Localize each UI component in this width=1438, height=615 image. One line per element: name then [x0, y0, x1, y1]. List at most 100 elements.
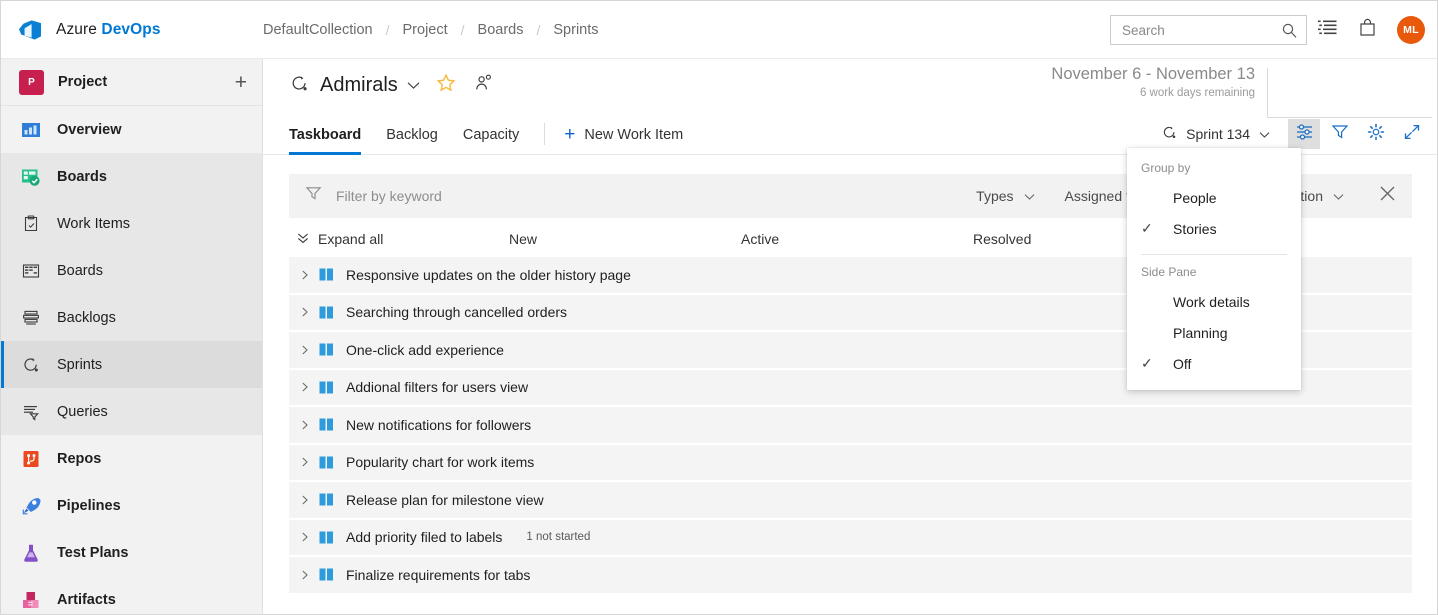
expand-row-icon[interactable]	[297, 270, 313, 280]
breadcrumb-item-sprints[interactable]: Sprints	[551, 22, 600, 38]
favorite-star-icon[interactable]	[436, 73, 456, 98]
search-input[interactable]	[1111, 17, 1271, 43]
sidebar-item-artifacts[interactable]: Artifacts	[1, 576, 262, 615]
marketplace-list-button[interactable]	[1307, 1, 1347, 59]
story-icon	[319, 418, 334, 431]
table-row[interactable]: New notifications for followers	[289, 407, 1412, 445]
row-title: Add priority filed to labels	[346, 529, 502, 545]
row-meta: 1 not started	[526, 531, 590, 543]
tab-backlog[interactable]: Backlog	[386, 127, 438, 154]
expand-all-icon	[297, 231, 309, 247]
table-row[interactable]: Popularity chart for work items	[289, 445, 1412, 483]
expand-row-icon[interactable]	[297, 382, 313, 392]
menu-item-label: People	[1173, 190, 1217, 206]
chevron-down-icon	[1024, 188, 1035, 204]
brand-home-link[interactable]: Azure DevOps	[1, 1, 251, 59]
boards-section: Boards Work Items	[1, 153, 262, 435]
project-header[interactable]: P Project +	[1, 59, 262, 106]
project-name: Project	[58, 74, 235, 90]
sprint-burndown-chart[interactable]	[1267, 68, 1432, 118]
menu-section-group-by: Group by	[1127, 157, 1301, 182]
sidebar-item-test-plans[interactable]: Test Plans	[1, 529, 262, 576]
story-icon	[319, 306, 334, 319]
new-work-item-button[interactable]: + New Work Item	[564, 125, 683, 154]
top-bar: Azure DevOps DefaultCollection / Project…	[1, 1, 1438, 59]
sidebar-item-overview[interactable]: Overview	[1, 106, 262, 153]
tab-taskboard[interactable]: Taskboard	[289, 127, 361, 154]
fullscreen-button[interactable]	[1396, 119, 1428, 149]
check-icon: ✓	[1141, 355, 1161, 372]
team-members-icon[interactable]	[474, 73, 494, 98]
sprint-selector-label: Sprint 134	[1186, 126, 1250, 142]
project-avatar: P	[19, 70, 44, 95]
sidebar-item-repos[interactable]: Repos	[1, 435, 262, 482]
global-search[interactable]	[1110, 15, 1307, 45]
breadcrumb-item-project[interactable]: Project	[401, 22, 450, 38]
expand-row-icon[interactable]	[297, 532, 313, 542]
expand-row-icon[interactable]	[297, 345, 313, 355]
story-icon	[319, 456, 334, 469]
sprint-selector[interactable]: Sprint 134	[1161, 124, 1270, 144]
sidebar-item-work-items[interactable]: Work Items	[1, 200, 262, 247]
sidebar-item-boards-sub[interactable]: Boards	[1, 247, 262, 294]
sidebar-item-boards[interactable]: Boards	[1, 153, 262, 200]
sprint-header: Admirals November 6 - November 13 6 work…	[263, 59, 1438, 112]
menu-item-label: Off	[1173, 356, 1191, 372]
menu-divider	[1141, 254, 1287, 255]
sidebar-item-label: Backlogs	[57, 310, 116, 326]
boards-icon	[19, 165, 43, 189]
top-bar-actions: ML	[1110, 1, 1425, 59]
table-row[interactable]: Release plan for milestone view	[289, 482, 1412, 520]
sidebar-item-label: Artifacts	[57, 592, 116, 608]
settings-gear-button[interactable]	[1360, 119, 1392, 149]
marketplace-bag-button[interactable]	[1347, 1, 1387, 59]
work-items-icon	[19, 212, 43, 236]
brand-devops-text: DevOps	[101, 21, 160, 38]
expand-row-icon[interactable]	[297, 495, 313, 505]
view-options-menu: Group by People ✓ Stories Side Pane Work…	[1127, 148, 1301, 390]
sprint-days-remaining: 6 work days remaining	[1051, 87, 1255, 99]
menu-item-label: Planning	[1173, 325, 1228, 341]
expand-row-icon[interactable]	[297, 420, 313, 430]
sprint-icon	[289, 73, 310, 99]
filter-types-dropdown[interactable]: Types	[976, 188, 1034, 204]
filter-button[interactable]	[1324, 119, 1356, 149]
menu-item-planning[interactable]: Planning	[1127, 317, 1301, 348]
expand-row-icon[interactable]	[297, 307, 313, 317]
story-icon	[319, 343, 334, 356]
add-project-button[interactable]: +	[235, 72, 250, 93]
tab-capacity[interactable]: Capacity	[463, 127, 519, 154]
gear-icon	[1367, 123, 1385, 146]
close-icon	[1379, 185, 1396, 207]
menu-item-stories[interactable]: ✓ Stories	[1127, 213, 1301, 244]
tabs-divider	[544, 123, 545, 145]
menu-item-label: Work details	[1173, 294, 1250, 310]
expand-row-icon[interactable]	[297, 457, 313, 467]
breadcrumb-item-collection[interactable]: DefaultCollection	[261, 22, 375, 38]
view-options-button[interactable]	[1288, 119, 1320, 149]
test-plans-icon	[19, 541, 43, 565]
story-icon	[319, 531, 334, 544]
breadcrumb-item-boards[interactable]: Boards	[476, 22, 526, 38]
expand-row-icon[interactable]	[297, 570, 313, 580]
sidebar-item-pipelines[interactable]: Pipelines	[1, 482, 262, 529]
board-toolbar: Sprint 134	[1161, 119, 1428, 149]
sidebar-item-queries[interactable]: Queries	[1, 388, 262, 435]
menu-item-work-details[interactable]: Work details	[1127, 286, 1301, 317]
close-filter-button[interactable]	[1370, 179, 1404, 213]
user-avatar[interactable]: ML	[1397, 16, 1425, 44]
expand-all-button[interactable]: Expand all	[289, 231, 507, 247]
breadcrumb-separator: /	[526, 22, 552, 38]
row-title: Addional filters for users view	[346, 379, 528, 395]
sprints-icon	[19, 353, 43, 377]
sidebar-item-sprints[interactable]: Sprints	[1, 341, 262, 388]
chevron-down-icon[interactable]	[407, 81, 420, 90]
story-icon	[319, 493, 334, 506]
table-row[interactable]: Finalize requirements for tabs	[289, 557, 1412, 595]
keyword-filter[interactable]	[305, 185, 946, 207]
filter-keyword-input[interactable]	[336, 188, 676, 204]
menu-item-off[interactable]: ✓ Off	[1127, 348, 1301, 379]
table-row[interactable]: Add priority filed to labels 1 not start…	[289, 520, 1412, 558]
sidebar-item-backlogs[interactable]: Backlogs	[1, 294, 262, 341]
menu-item-people[interactable]: People	[1127, 182, 1301, 213]
